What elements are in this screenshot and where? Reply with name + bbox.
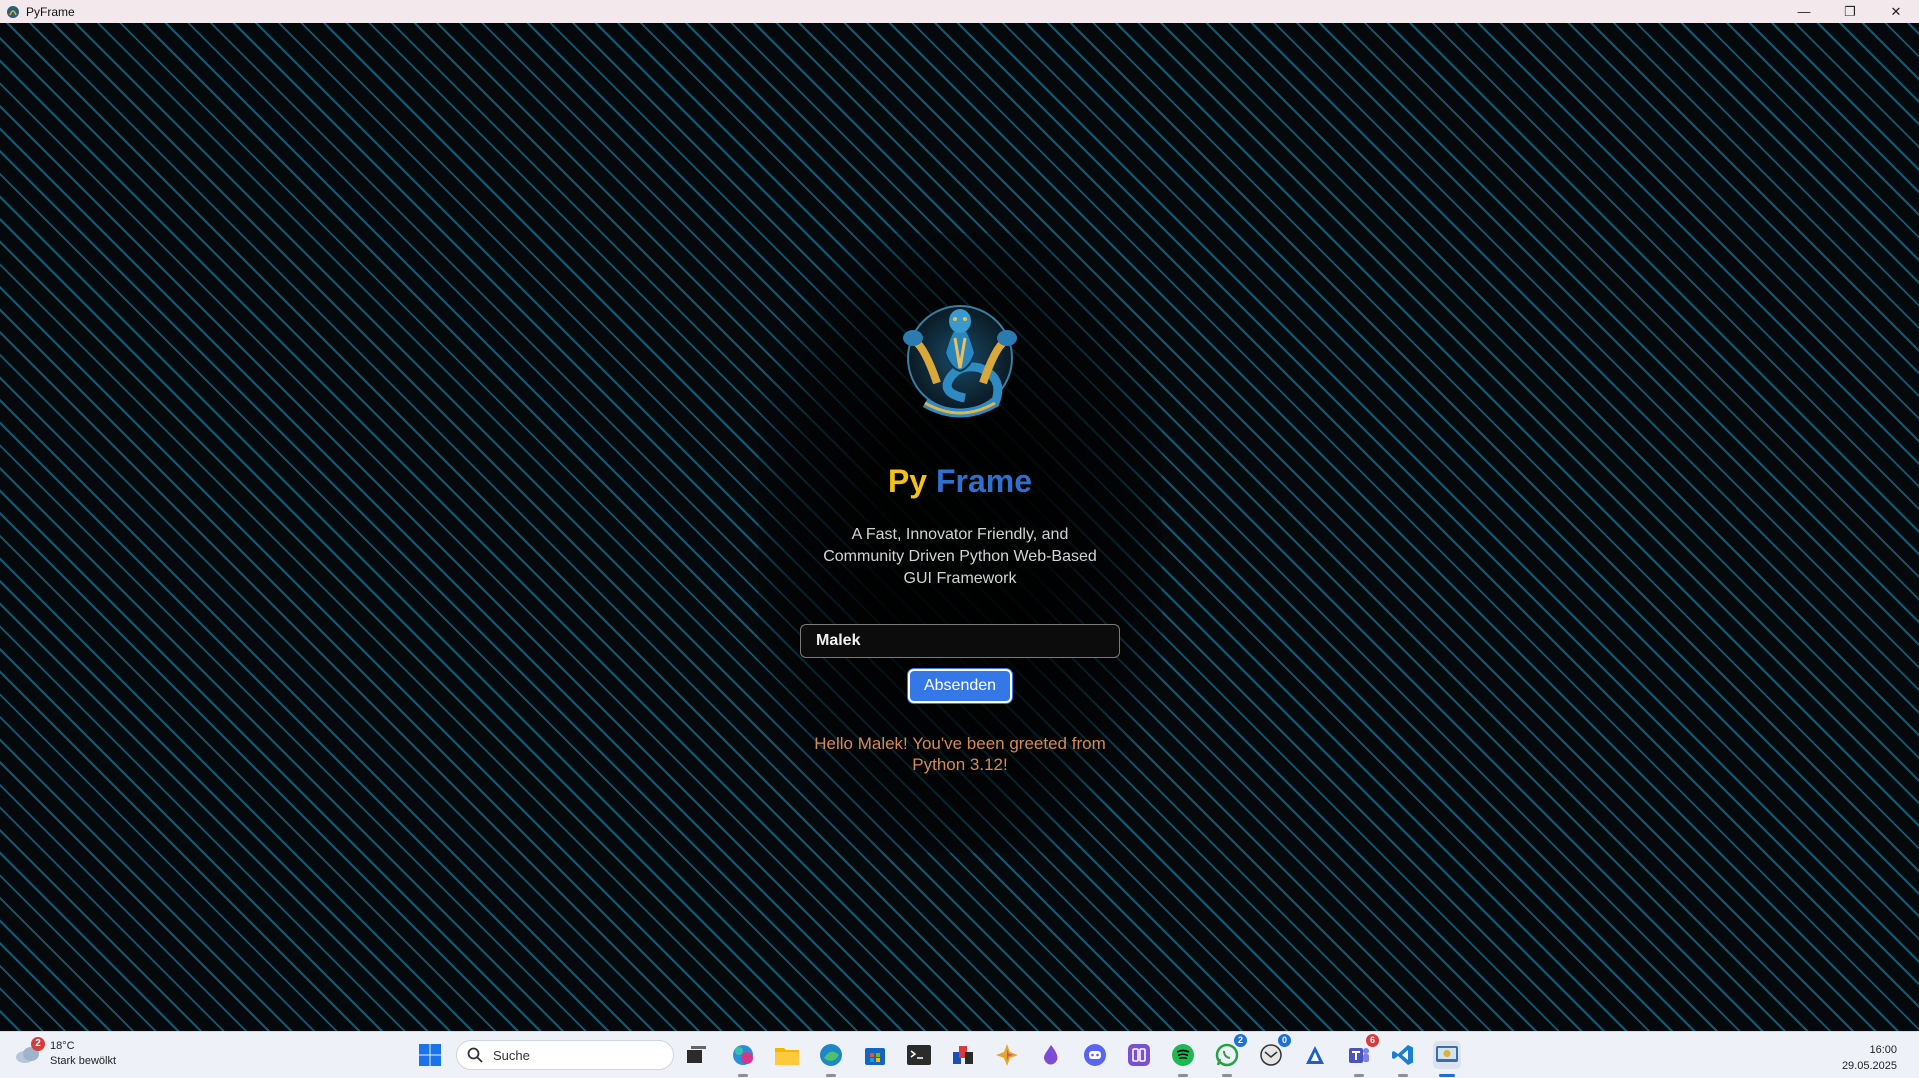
terminal-icon[interactable]	[905, 1041, 933, 1069]
edge-browser-icon[interactable]	[817, 1041, 845, 1077]
weather-alert-badge: 2	[31, 1037, 45, 1051]
weather-widget[interactable]: 2 18°C Stark bewölkt	[14, 1037, 116, 1069]
windows-taskbar: 2 18°C Stark bewölkt Suche 2 0 6 16:00 2…	[0, 1031, 1919, 1078]
clock-time: 16:00	[1869, 1044, 1897, 1056]
purple-app-icon[interactable]	[1125, 1041, 1153, 1069]
brand-py: Py	[887, 463, 928, 499]
greeting-message: Hello Malek! You've been greeted from Py…	[814, 734, 1106, 774]
window-title: PyFrame	[26, 4, 75, 19]
spotify-icon[interactable]	[1169, 1041, 1197, 1077]
color-blocks-app-icon[interactable]	[949, 1041, 977, 1069]
taskbar-search-input[interactable]: Suche	[456, 1040, 674, 1070]
whatsapp-icon[interactable]: 2	[1213, 1034, 1247, 1077]
cloud-icon: 2	[14, 1037, 45, 1066]
vscode-icon[interactable]	[1389, 1041, 1417, 1077]
vpn-app-icon[interactable]	[1301, 1041, 1329, 1069]
window-titlebar: PyFrame — ❐ ✕	[0, 0, 1919, 23]
pyframe-taskbar-icon[interactable]	[1433, 1041, 1461, 1077]
window-controls: — ❐ ✕	[1781, 0, 1919, 23]
discord-icon[interactable]	[1081, 1041, 1109, 1069]
purple-drop-app-icon[interactable]	[1037, 1041, 1065, 1069]
main-card: Py Frame A Fast, Innovator Friendly, and…	[760, 268, 1160, 775]
pyframe-app-icon	[7, 5, 19, 18]
windows-start-icon[interactable]	[418, 1043, 442, 1067]
m365-copilot-icon[interactable]	[729, 1041, 757, 1077]
search-icon	[467, 1047, 483, 1063]
weather-text: 18°C Stark bewölkt	[50, 1039, 116, 1069]
task-view-icon[interactable]	[683, 1041, 711, 1069]
tagline: A Fast, Innovator Friendly, and Communit…	[823, 526, 1097, 587]
search-placeholder: Suche	[493, 1047, 530, 1063]
brand-title: Py Frame	[888, 463, 1032, 500]
teams-icon[interactable]: 6	[1345, 1034, 1379, 1077]
minimize-button[interactable]: —	[1781, 0, 1827, 23]
microsoft-store-icon[interactable]	[861, 1041, 889, 1069]
restore-button[interactable]: ❐	[1827, 0, 1873, 23]
weather-desc: Stark bewölkt	[50, 1055, 117, 1067]
mail-client-icon[interactable]: 0	[1257, 1034, 1291, 1069]
close-button[interactable]: ✕	[1873, 0, 1919, 23]
clock-date: 29.05.2025	[1841, 1060, 1897, 1072]
submit-button[interactable]: Absenden	[907, 669, 1013, 703]
weather-temp: 18°C	[50, 1040, 75, 1052]
sparkle-app-icon[interactable]	[993, 1041, 1021, 1069]
name-input[interactable]	[800, 624, 1120, 658]
mail-badge: 0	[1278, 1034, 1291, 1047]
whatsapp-badge: 2	[1234, 1034, 1247, 1047]
cobra-logo-icon	[903, 305, 1017, 418]
brand-frame: Frame	[935, 463, 1033, 499]
app-background: Py Frame A Fast, Innovator Friendly, and…	[0, 23, 1919, 1031]
teams-badge: 6	[1366, 1034, 1379, 1047]
system-clock[interactable]: 16:00 29.05.2025	[1842, 1042, 1897, 1074]
file-explorer-icon[interactable]	[773, 1041, 801, 1069]
